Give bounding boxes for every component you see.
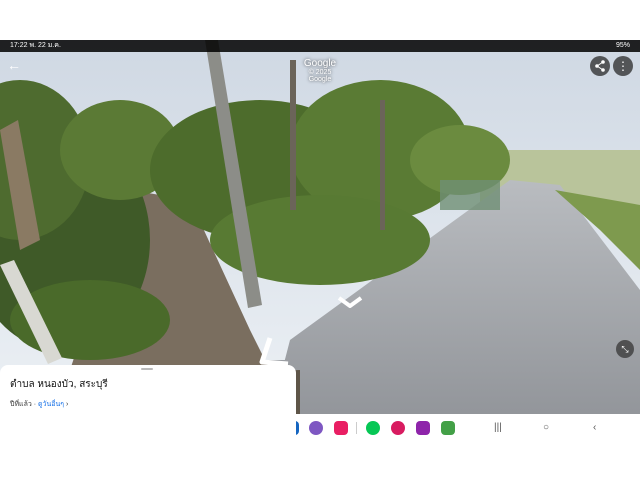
status-bar: 17:22 พ. 22 ม.ค. 95% <box>0 40 640 52</box>
status-battery: 95% <box>615 42 630 49</box>
dock-app-bixby-icon[interactable] <box>309 421 323 435</box>
google-watermark: Google © 2025 Google <box>298 58 342 83</box>
share-icon[interactable] <box>590 56 610 76</box>
nav-arrow-back-icon[interactable] <box>258 336 292 366</box>
google-brand: Google <box>303 58 337 69</box>
back-arrow-icon[interactable]: ← <box>4 55 24 75</box>
nav-arrow-forward-icon[interactable] <box>336 294 364 314</box>
dock-app-messenger-icon[interactable] <box>416 421 430 435</box>
phone-screen: 17:22 พ. 22 ม.ค. 95% ← ⋮ Google © 2025 G… <box>0 40 640 437</box>
drag-handle[interactable] <box>141 368 153 370</box>
status-time-date: 17:22 พ. 22 ม.ค. <box>10 42 61 49</box>
place-name: ตำบล หนองบัว, สระบุรี <box>10 379 108 390</box>
dock-divider <box>356 422 357 434</box>
dock-app-screen-recorder-icon[interactable] <box>334 421 348 435</box>
date-prefix: ปีที่แล้ว · <box>10 401 39 408</box>
dock-app-line-icon[interactable] <box>366 421 380 435</box>
home-icon[interactable]: ○ <box>543 422 549 433</box>
capture-date: ปีที่แล้ว · ดูวันอื่นๆ › <box>10 399 68 410</box>
chevron-right-icon: › <box>65 401 69 408</box>
recents-icon[interactable]: ||| <box>494 422 502 433</box>
dock-app-maps-icon[interactable] <box>441 421 455 435</box>
minimize-icon[interactable]: ⤡ <box>616 340 634 358</box>
more-vert-icon[interactable]: ⋮ <box>613 56 633 76</box>
see-other-dates-link[interactable]: ดูวันอื่นๆ <box>38 401 64 408</box>
location-info-card[interactable]: ตำบล หนองบัว, สระบุรี ปีที่แล้ว · ดูวันอ… <box>0 365 296 437</box>
copyright-text: © 2025 Google <box>308 69 332 83</box>
nav-back-icon[interactable]: ‹ <box>593 422 596 433</box>
dock-app-flower-icon[interactable] <box>391 421 405 435</box>
